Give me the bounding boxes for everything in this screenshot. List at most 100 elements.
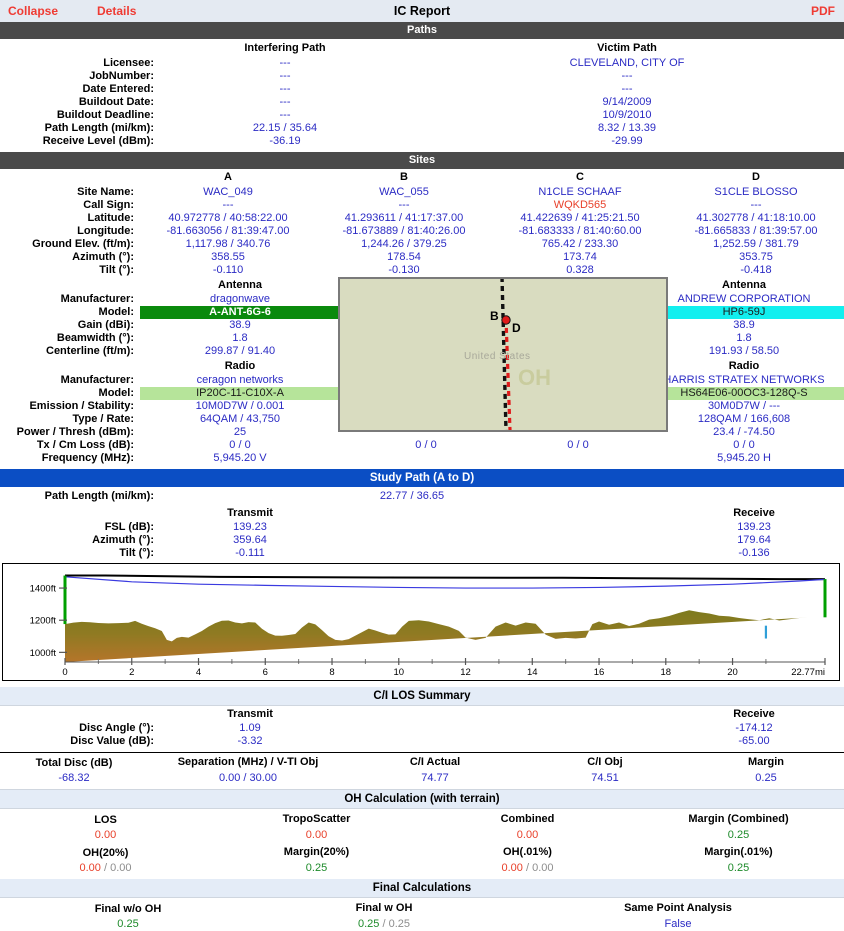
row-label: Date Entered: bbox=[82, 83, 154, 95]
ci-obj-header: C/I Obj bbox=[587, 756, 623, 768]
oh-row2-header: OH(20%) Margin(20%) OH(.01%) Margin(.01%… bbox=[0, 842, 844, 862]
radio-heading-right: Radio bbox=[728, 359, 760, 372]
row-label: Emission / Stability: bbox=[29, 400, 134, 412]
row-label: Buildout Deadline: bbox=[56, 109, 154, 121]
oh-20-header: OH(20%) bbox=[82, 847, 129, 859]
svg-text:4: 4 bbox=[196, 667, 201, 678]
row-value-interfering: --- bbox=[279, 96, 291, 108]
row-label: FSL (dB): bbox=[104, 521, 154, 533]
total-disc-value: -68.32 bbox=[58, 772, 90, 784]
row-value-interfering: --- bbox=[279, 57, 291, 69]
site-marker-dot bbox=[501, 315, 511, 325]
tx-cm-loss-b: 0 / 0 bbox=[415, 439, 437, 451]
ic-report-page: Collapse Details IC Report PDF Paths Int… bbox=[0, 0, 844, 930]
site-value: S1CLE BLOSSO bbox=[714, 186, 798, 198]
tx-cm-loss-a: 0 / 0 bbox=[229, 439, 251, 451]
table-row: Tx / Cm Loss (dB): 0 / 0 0 / 0 0 / 0 0 /… bbox=[0, 439, 844, 452]
ci-los-summary-header: C/I LOS Summary bbox=[0, 687, 844, 705]
row-label: Call Sign: bbox=[83, 199, 134, 211]
site-value: 178.54 bbox=[387, 251, 421, 263]
oh-01-b: 0.00 bbox=[532, 862, 554, 874]
radio-model-left-highlight: IP20C-11-C10X-A bbox=[140, 387, 340, 400]
radio-manufacturer-left: ceragon networks bbox=[196, 374, 284, 386]
oh-01-a: 0.00 bbox=[501, 862, 523, 874]
site-column-d: D bbox=[752, 171, 760, 183]
margin-01-value: 0.25 bbox=[727, 862, 750, 874]
oh-row2-values: 0.00 / 0.00 0.25 0.00 / 0.00 0.25 bbox=[0, 862, 844, 875]
total-disc-header: Total Disc (dB) bbox=[35, 757, 113, 769]
map-inset[interactable]: United States OH B D bbox=[338, 277, 668, 432]
table-row: Site Name: WAC_049 WAC_055 N1CLE SCHAAF … bbox=[0, 186, 844, 199]
table-row: JobNumber: --- --- bbox=[0, 70, 844, 83]
table-row: Buildout Deadline: --- 10/9/2010 bbox=[0, 109, 844, 122]
table-row: Longitude: -81.663056 / 81:39:47.00 -81.… bbox=[0, 225, 844, 238]
table-row: Azimuth (°): 359.64 179.64 bbox=[0, 534, 844, 547]
row-label: Buildout Date: bbox=[78, 96, 154, 108]
svg-text:6: 6 bbox=[263, 667, 268, 678]
svg-text:10: 10 bbox=[393, 667, 404, 678]
antenna-heading-left: Antenna bbox=[218, 278, 262, 291]
oh-20-a: 0.00 bbox=[79, 862, 101, 874]
row-label: Disc Angle (°): bbox=[79, 722, 154, 734]
oh-row1-header: LOS TropoScatter Combined Margin (Combin… bbox=[0, 809, 844, 829]
frequency-left: 5,945.20 V bbox=[213, 452, 267, 464]
row-value-victim: 9/14/2009 bbox=[602, 96, 652, 108]
row-value-victim: --- bbox=[621, 83, 633, 95]
study-path-transmit: -0.111 bbox=[235, 547, 265, 559]
row-label: Model: bbox=[98, 387, 134, 399]
row-label: Licensee: bbox=[103, 57, 154, 69]
row-label: Beamwidth (°): bbox=[56, 332, 134, 344]
pdf-link[interactable]: PDF bbox=[811, 4, 835, 18]
row-label: Site Name: bbox=[77, 186, 134, 198]
antenna-value-left: 1.8 bbox=[232, 332, 248, 344]
row-value-interfering: -36.19 bbox=[269, 135, 301, 147]
study-path-transmit: 359.64 bbox=[233, 534, 267, 546]
site-value: N1CLE SCHAAF bbox=[538, 186, 622, 198]
sites-column-header-row: A B C D bbox=[0, 169, 844, 186]
row-value-victim: CLEVELAND, CITY OF bbox=[569, 57, 685, 69]
antenna-manufacturer-right: ANDREW CORPORATION bbox=[677, 293, 811, 305]
svg-text:8: 8 bbox=[329, 667, 334, 678]
table-row: Ground Elev. (ft/m): 1,117.98 / 340.76 1… bbox=[0, 238, 844, 251]
site-value: -0.130 bbox=[388, 264, 420, 276]
radio-value-left: 64QAM / 43,750 bbox=[199, 413, 281, 425]
troposcatter-header: TropoScatter bbox=[282, 812, 351, 825]
table-row: Call Sign: --- --- WQKD565 --- bbox=[0, 199, 844, 212]
terrain-profile-chart[interactable]: 1000ft 1200ft 1400ft 0 2 4 6 8 10 12 14 16 18 20 22.77… bbox=[2, 563, 840, 681]
final-wo-oh-value: 0.25 bbox=[117, 918, 139, 930]
radio-value-right: 128QAM / 166,608 bbox=[697, 413, 791, 425]
antenna-value-right: 1.8 bbox=[736, 332, 752, 344]
final-w-oh-header: Final w OH bbox=[355, 901, 413, 914]
study-path-section-header: Study Path (A to D) bbox=[0, 469, 844, 487]
combined-header: Combined bbox=[500, 812, 555, 825]
study-path-transmit: 139.23 bbox=[233, 521, 267, 533]
final-w-oh-value: 0.25 / 0.25 bbox=[357, 918, 410, 930]
ci-totals-table: Total Disc (dB) Separation (MHz) / V-TI … bbox=[0, 753, 844, 785]
row-label: JobNumber: bbox=[89, 70, 154, 82]
antenna-model-left-highlight: A-ANT-6G-6 bbox=[140, 306, 340, 319]
separation-header: Separation (MHz) / V-TI Obj bbox=[177, 756, 319, 768]
ci-actual-value: 74.77 bbox=[421, 772, 449, 784]
sites-section-header: Sites bbox=[0, 152, 844, 169]
row-label: Latitude: bbox=[87, 212, 134, 224]
study-path-receive: -0.136 bbox=[738, 547, 770, 559]
table-row: Path Length (mi/km): 22.77 / 36.65 bbox=[0, 487, 844, 505]
call-sign-value: WQKD565 bbox=[553, 199, 607, 211]
table-row: Licensee: --- CLEVELAND, CITY OF bbox=[0, 57, 844, 70]
row-value-victim: 8.32 / 13.39 bbox=[597, 122, 657, 134]
row-label: Longitude: bbox=[77, 225, 134, 237]
study-path-column-header-row: Transmit Receive bbox=[0, 505, 844, 521]
site-value: -81.665833 / 81:39:57.00 bbox=[694, 225, 818, 237]
table-row: Latitude: 40.972778 / 40:58:22.00 41.293… bbox=[0, 212, 844, 225]
row-label: Frequency (MHz): bbox=[41, 452, 134, 464]
radio-value-left: 25 bbox=[233, 426, 247, 438]
terrain-profile-svg: 1000ft 1200ft 1400ft 0 2 4 6 8 10 12 14 16 18 20 22.77… bbox=[30, 574, 827, 678]
col-victim-path: Victim Path bbox=[597, 41, 657, 54]
site-column-c: C bbox=[576, 171, 584, 183]
same-point-analysis-header: Same Point Analysis bbox=[624, 901, 732, 914]
row-label: Centerline (ft/m): bbox=[46, 345, 134, 357]
antenna-value-left: 299.87 / 91.40 bbox=[204, 345, 276, 357]
row-value-interfering: --- bbox=[279, 83, 291, 95]
radio-heading-left: Radio bbox=[224, 359, 256, 372]
svg-text:1400ft: 1400ft bbox=[30, 584, 57, 595]
